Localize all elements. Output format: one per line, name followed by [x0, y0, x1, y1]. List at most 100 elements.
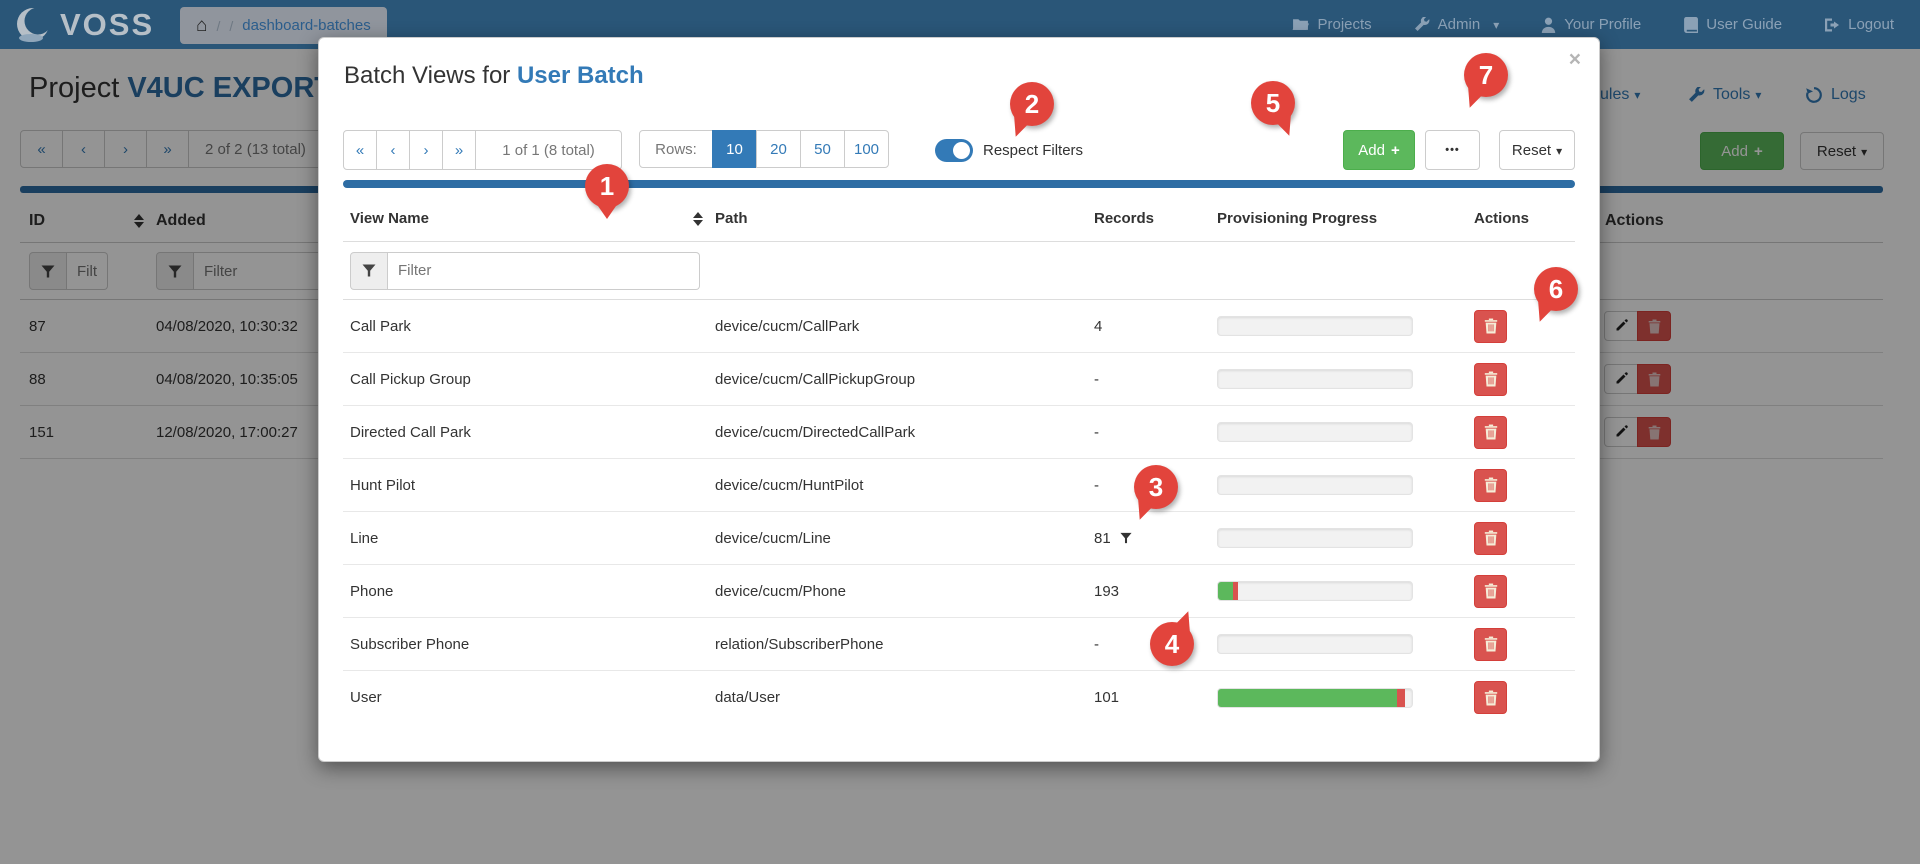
- delete-button[interactable]: [1474, 681, 1507, 714]
- callout-1: 1: [585, 164, 629, 219]
- table-row[interactable]: Directed Call Park device/cucm/DirectedC…: [343, 406, 1575, 459]
- nav-your-profile-label: Your Profile: [1564, 16, 1642, 33]
- table-row[interactable]: Phone device/cucm/Phone 193: [343, 565, 1575, 618]
- delete-button[interactable]: [1474, 521, 1507, 555]
- records-filter-icon[interactable]: [1120, 532, 1132, 544]
- nav-projects[interactable]: Projects: [1292, 16, 1372, 33]
- trash-icon: [1484, 690, 1497, 705]
- nav-your-profile[interactable]: Your Profile: [1541, 16, 1641, 33]
- book-icon: [1684, 16, 1699, 33]
- home-icon[interactable]: ⌂: [196, 16, 207, 35]
- view-name-cell: Hunt Pilot: [350, 476, 416, 494]
- progress-cell: [1217, 475, 1474, 495]
- nav-logout-label: Logout: [1848, 16, 1894, 33]
- trash-icon: [1484, 636, 1497, 652]
- progress-cell: [1217, 528, 1474, 548]
- table-body: Call Park device/cucm/CallPark 4 Call Pi…: [343, 300, 1575, 724]
- batch-views-modal: × Batch Views for User Batch « ‹ › » 1 o…: [318, 37, 1600, 762]
- table-accent-bar: [343, 180, 1575, 188]
- respect-filters-toggle[interactable]: [935, 138, 973, 162]
- path-cell: device/cucm/HuntPilot: [715, 476, 864, 494]
- progress-bar: [1217, 316, 1413, 336]
- nav-projects-label: Projects: [1317, 16, 1372, 33]
- progress-cell: [1217, 634, 1474, 654]
- actions-cell: [1474, 681, 1575, 714]
- callout-5: 5: [1251, 81, 1295, 125]
- prev-page-button[interactable]: ‹: [376, 130, 410, 170]
- breadcrumb-separator: /: [216, 17, 221, 34]
- progress-cell: [1217, 581, 1474, 601]
- first-page-button[interactable]: «: [343, 130, 377, 170]
- rows-label: Rows:: [639, 130, 713, 168]
- filter-funnel-button[interactable]: [350, 251, 388, 290]
- table-row[interactable]: Subscriber Phone relation/SubscriberPhon…: [343, 618, 1575, 671]
- last-page-button[interactable]: »: [442, 130, 476, 170]
- nav-admin-label: Admin: [1437, 16, 1481, 33]
- sort-icon[interactable]: [693, 211, 703, 226]
- progress-bar: [1217, 475, 1413, 495]
- records-cell: -: [1094, 370, 1099, 388]
- rows-per-page-selector: Rows: 10 20 50 100: [639, 130, 889, 170]
- callout-3: 3: [1134, 465, 1178, 509]
- batch-name: User Batch: [516, 62, 644, 89]
- next-page-button[interactable]: ›: [409, 130, 443, 170]
- nav-admin[interactable]: Admin: [1414, 16, 1500, 33]
- column-view-name[interactable]: View Name: [350, 210, 715, 227]
- progress-bar: [1217, 581, 1413, 601]
- table-row[interactable]: User data/User 101: [343, 671, 1575, 724]
- trash-icon: [1484, 583, 1497, 599]
- rows-option-10[interactable]: 10: [712, 130, 757, 168]
- delete-button[interactable]: [1474, 468, 1507, 502]
- delete-button[interactable]: [1474, 574, 1507, 608]
- nav-user-guide[interactable]: User Guide: [1683, 16, 1782, 33]
- breadcrumb-current[interactable]: dashboard-batches: [242, 17, 370, 34]
- progress-red: [1397, 688, 1406, 707]
- rows-option-20[interactable]: 20: [756, 130, 801, 168]
- table-filter-row: [343, 242, 1575, 300]
- table-row[interactable]: Line device/cucm/Line 81: [343, 512, 1575, 565]
- progress-bar: [1217, 422, 1413, 442]
- delete-button[interactable]: [1474, 415, 1507, 449]
- table-row[interactable]: Hunt Pilot device/cucm/HuntPilot -: [343, 459, 1575, 512]
- actions-cell: [1474, 521, 1575, 555]
- view-name-cell: Directed Call Park: [350, 423, 471, 441]
- progress-green: [1218, 688, 1398, 707]
- progress-red: [1232, 582, 1239, 600]
- path-cell: device/cucm/Line: [715, 529, 831, 547]
- delete-button[interactable]: [1474, 627, 1507, 661]
- nav-logout[interactable]: Logout: [1824, 16, 1894, 33]
- progress-cell: [1217, 687, 1474, 708]
- path-cell: device/cucm/DirectedCallPark: [715, 423, 916, 441]
- view-name-cell: Subscriber Phone: [350, 635, 470, 653]
- callout-7: 7: [1464, 53, 1508, 97]
- progress-cell: [1217, 369, 1474, 389]
- path-cell: relation/SubscriberPhone: [715, 635, 884, 653]
- close-icon[interactable]: ×: [1569, 48, 1581, 72]
- progress-cell: [1217, 422, 1474, 442]
- modal-pagination: « ‹ › » 1 of 1 (8 total): [343, 130, 622, 170]
- rows-option-50[interactable]: 50: [800, 130, 845, 168]
- view-name-cell: Line: [350, 529, 379, 547]
- table-row[interactable]: Call Pickup Group device/cucm/CallPickup…: [343, 353, 1575, 406]
- rows-option-100[interactable]: 100: [844, 130, 889, 168]
- actions-cell: [1474, 415, 1575, 449]
- wrench-icon: [1414, 16, 1430, 31]
- records-cell: 101: [1094, 689, 1120, 706]
- actions-cell: [1474, 468, 1575, 502]
- table-row[interactable]: Call Park device/cucm/CallPark 4: [343, 300, 1575, 353]
- view-name-filter-input[interactable]: [388, 251, 700, 290]
- progress-bar: [1217, 687, 1413, 708]
- view-name-cell: Call Pickup Group: [350, 370, 471, 388]
- view-name-cell: Phone: [350, 582, 394, 600]
- callout-2: 2: [1010, 82, 1054, 126]
- voss-logo[interactable]: VOSS: [12, 4, 154, 46]
- view-name-cell: Call Park: [350, 317, 411, 335]
- funnel-icon: [1120, 532, 1132, 544]
- delete-button[interactable]: [1474, 309, 1507, 343]
- column-path[interactable]: Path: [715, 210, 1094, 227]
- add-button[interactable]: Add +: [1343, 130, 1415, 170]
- modal-title: Batch Views for User Batch: [344, 62, 644, 89]
- more-actions-button[interactable]: •••: [1425, 130, 1480, 170]
- delete-button[interactable]: [1474, 362, 1507, 396]
- reset-button[interactable]: Reset: [1499, 130, 1575, 170]
